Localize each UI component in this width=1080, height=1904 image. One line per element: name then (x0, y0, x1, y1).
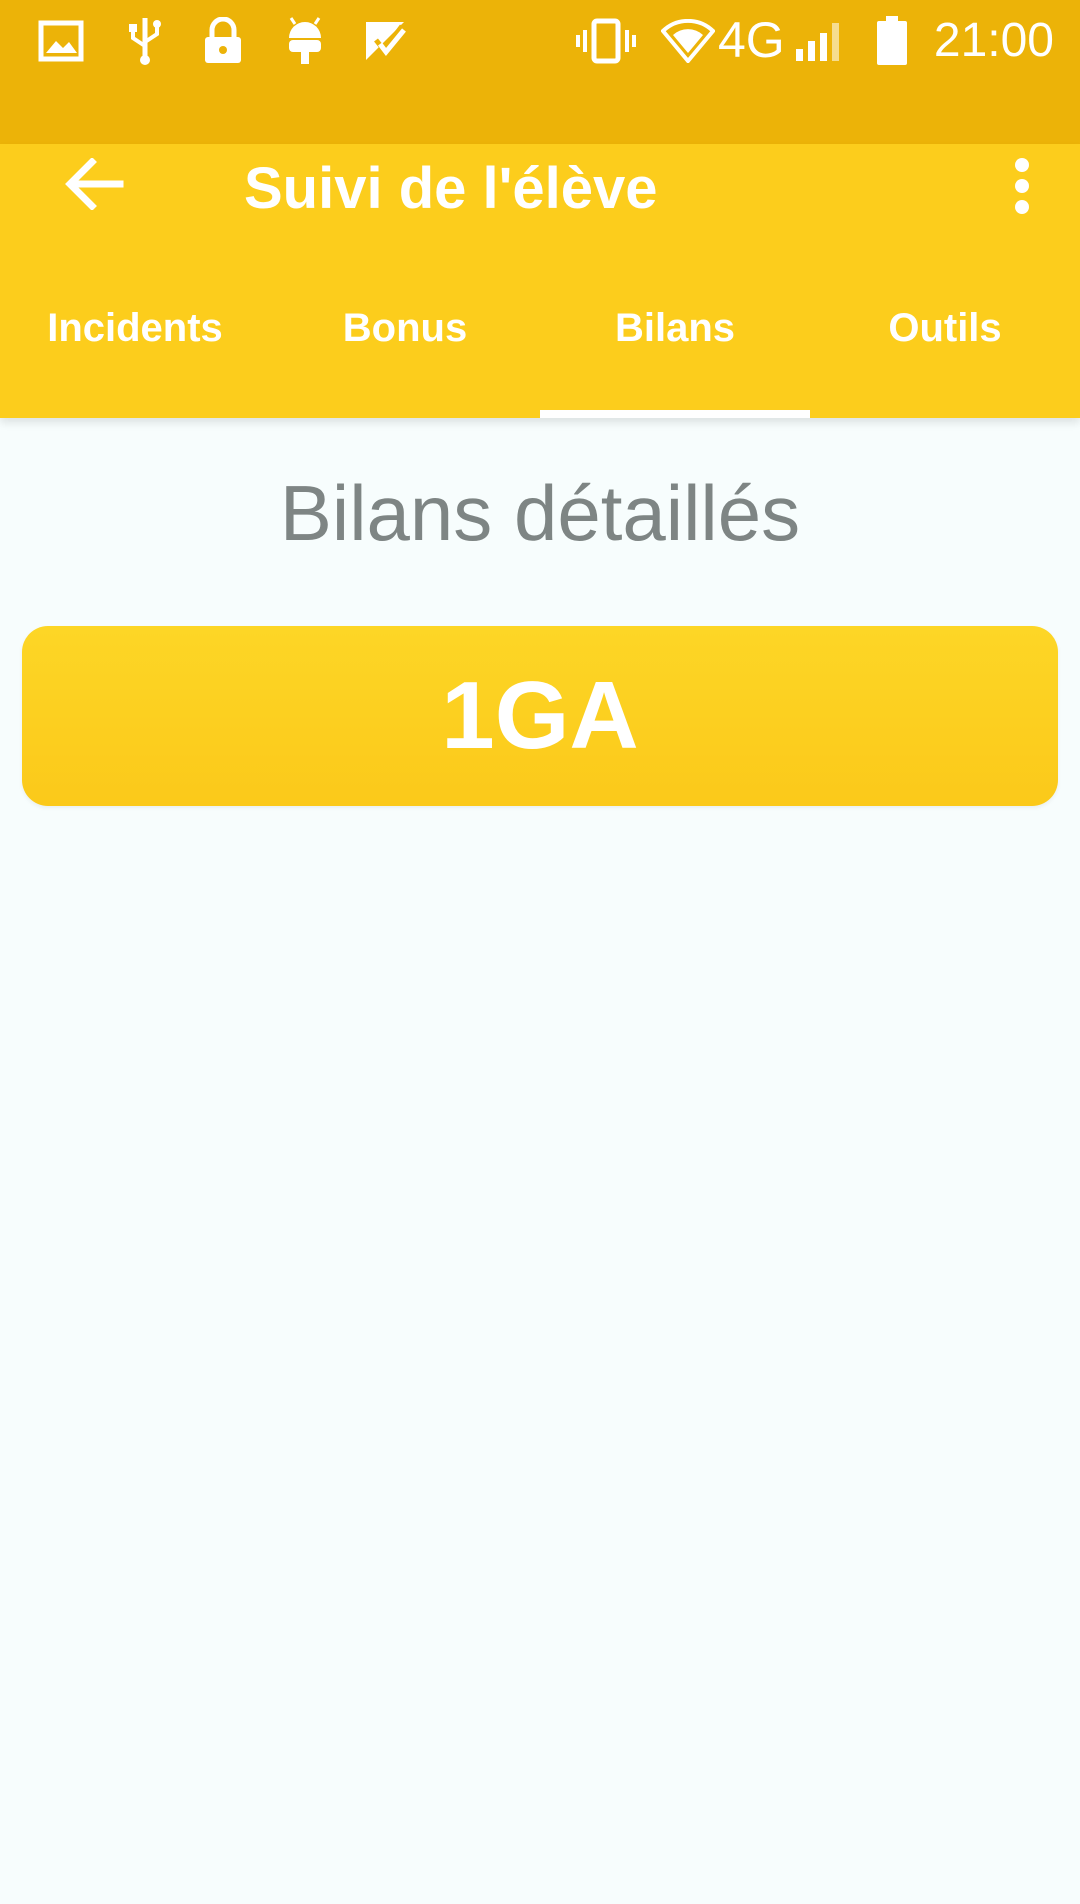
overflow-menu-button[interactable] (994, 148, 1050, 228)
tab-bar: Incidents Bonus Bilans Outils (0, 274, 1080, 418)
lock-icon (198, 16, 248, 66)
class-1ga-button[interactable]: 1GA (22, 626, 1058, 806)
tab-label: Bilans (614, 306, 736, 350)
more-vertical-icon (1012, 156, 1032, 221)
network-type-label: 4G (718, 12, 785, 68)
selected-tab-indicator (540, 410, 810, 418)
tab-label: Bonus (342, 306, 468, 350)
class-button-label: 1GA (441, 662, 639, 769)
tab-outils[interactable]: Outils (810, 274, 1080, 418)
status-bar: 4G 21:00 (0, 0, 1080, 160)
vibrate-icon (574, 16, 638, 66)
tab-label: Outils (888, 306, 1002, 350)
tab-bilans[interactable]: Bilans (540, 274, 810, 418)
signal-icon (792, 16, 848, 66)
back-arrow-icon (64, 156, 124, 215)
tab-bonus[interactable]: Bonus (270, 274, 540, 418)
page-title: Suivi de l'élève (244, 156, 658, 221)
tab-incidents[interactable]: Incidents (0, 274, 270, 418)
app-bar: Suivi de l'élève Incidents Bonus Bilans … (0, 144, 1080, 418)
usb-icon (120, 16, 170, 66)
clock-time: 21:00 (933, 14, 1054, 67)
android-debug-icon (280, 16, 330, 66)
back-button[interactable] (54, 146, 134, 226)
wifi-icon (660, 16, 716, 66)
app-notification-icon (360, 16, 410, 66)
image-icon (36, 16, 86, 66)
battery-icon (872, 16, 912, 66)
section-title: Bilans détaillés (279, 469, 801, 557)
tab-label: Incidents (47, 306, 223, 350)
